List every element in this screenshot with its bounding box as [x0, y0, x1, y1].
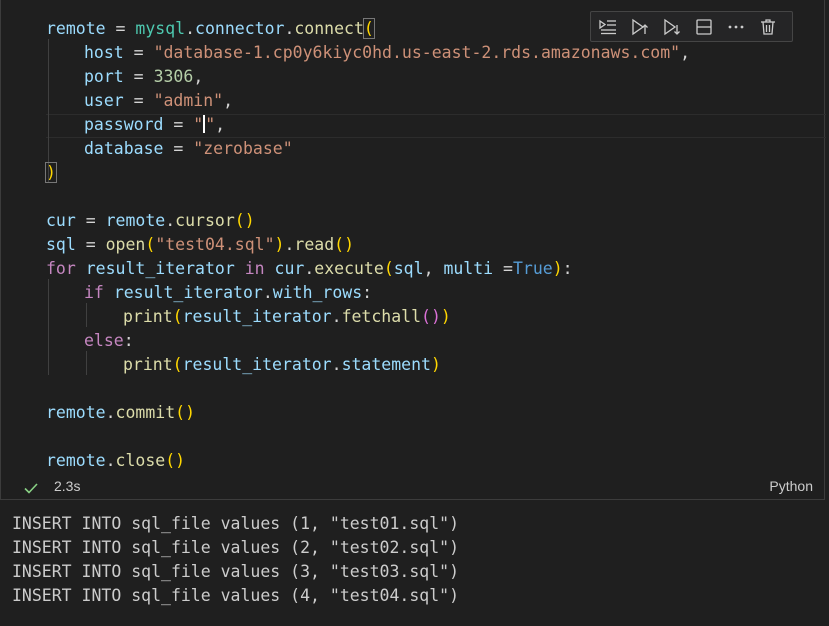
code-line[interactable]: host = "database-1.cp0y6kiyc0hd.us-east-…	[84, 41, 690, 65]
code-line[interactable]: else:	[84, 329, 134, 353]
code-line[interactable]: remote.close()	[46, 449, 185, 473]
delete-cell-icon[interactable]	[755, 14, 781, 40]
language-selector[interactable]: Python	[769, 478, 813, 494]
code-line[interactable]: sql = open("test04.sql").read()	[46, 233, 354, 257]
code-line[interactable]: print(result_iterator.statement)	[123, 353, 441, 377]
code-line[interactable]: remote = mysql.connector.connect(	[46, 17, 375, 41]
code-line[interactable]: cur = remote.cursor()	[46, 209, 255, 233]
output-line: INSERT INTO sql_file values (2, "test02.…	[12, 538, 460, 557]
code-line[interactable]: if result_iterator.with_rows:	[84, 281, 372, 305]
code-line[interactable]: port = 3306,	[84, 65, 203, 89]
indent-guide	[86, 303, 87, 327]
output-line: INSERT INTO sql_file values (3, "test03.…	[12, 562, 460, 581]
code-cell[interactable]: remote = mysql.connector.connect( host =…	[0, 0, 826, 500]
check-icon	[23, 480, 39, 496]
output-line: INSERT INTO sql_file values (4, "test04.…	[12, 586, 460, 605]
code-line[interactable]: password = " ",	[84, 113, 225, 137]
execute-above-icon[interactable]	[595, 14, 621, 40]
execute-cell-and-below-icon[interactable]	[659, 14, 685, 40]
code-editor[interactable]: remote = mysql.connector.connect( host =…	[3, 15, 826, 475]
split-cell-icon[interactable]	[691, 14, 717, 40]
execute-cell-and-above-icon[interactable]	[627, 14, 653, 40]
indent-guide	[48, 279, 49, 375]
indent-guide	[86, 351, 87, 375]
code-line[interactable]: for result_iterator in cur.execute(sql, …	[46, 257, 573, 281]
code-line[interactable]: )	[45, 161, 57, 185]
more-actions-icon[interactable]	[723, 14, 749, 40]
code-line[interactable]: database = "zerobase"	[84, 137, 293, 161]
code-line[interactable]: print(result_iterator.fetchall())	[123, 305, 451, 329]
cell-status-bar	[1, 475, 826, 500]
cell-output: INSERT INTO sql_file values (1, "test01.…	[12, 512, 459, 608]
execution-time: 2.3s	[54, 478, 81, 494]
cell-toolbar	[590, 11, 793, 42]
code-line[interactable]: user = "admin",	[84, 89, 233, 113]
code-line[interactable]: remote.commit()	[46, 401, 195, 425]
output-line: INSERT INTO sql_file values (1, "test01.…	[12, 514, 460, 533]
